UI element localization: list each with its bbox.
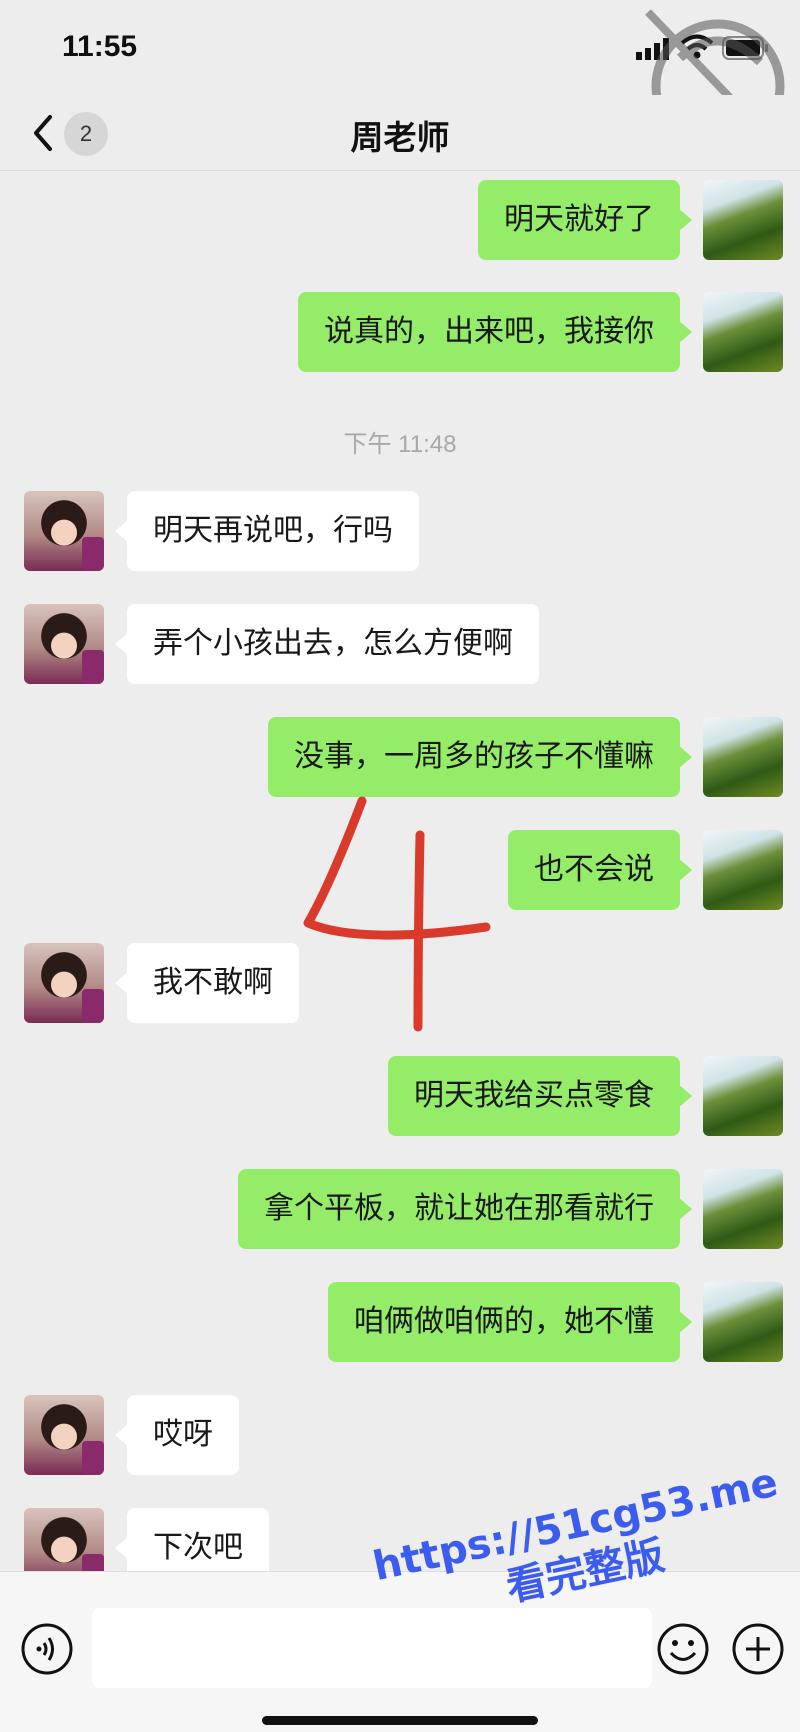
message-bubble-incoming[interactable]: 哎呀 xyxy=(115,1395,239,1475)
message-row: 咱俩做咱俩的，她不懂 xyxy=(0,1282,800,1362)
avatar[interactable] xyxy=(24,1508,104,1571)
avatar[interactable] xyxy=(703,830,783,910)
avatar[interactable] xyxy=(24,604,104,684)
message-row: 说真的，出来吧，我接你 xyxy=(0,292,800,372)
message-row: 明天再说吧，行吗 xyxy=(0,491,800,571)
message-bubble-incoming[interactable]: 我不敢啊 xyxy=(115,943,299,1023)
voice-icon[interactable] xyxy=(20,1622,74,1676)
message-bubble-outgoing[interactable]: 没事，一周多的孩子不懂嘛 xyxy=(268,717,692,797)
page-title: 周老师 xyxy=(350,118,450,157)
message-input[interactable] xyxy=(92,1608,652,1688)
avatar[interactable] xyxy=(703,180,783,260)
avatar[interactable] xyxy=(703,292,783,372)
emoji-icon[interactable] xyxy=(656,1622,710,1676)
message-row: 明天我给买点零食 xyxy=(0,1056,800,1136)
avatar[interactable] xyxy=(24,1395,104,1475)
avatar[interactable] xyxy=(703,1282,783,1362)
message-bubble-incoming[interactable]: 下次吧 xyxy=(115,1508,269,1571)
status-time: 11:55 xyxy=(62,30,138,63)
avatar[interactable] xyxy=(24,491,104,571)
nav-bar: 2 周老师 xyxy=(0,95,800,171)
message-bubble-outgoing[interactable]: 说真的，出来吧，我接你 xyxy=(298,292,692,372)
message-row: 没事，一周多的孩子不懂嘛 xyxy=(0,717,800,797)
message-row: 哎呀 xyxy=(0,1395,800,1475)
message-row: 拿个平板，就让她在那看就行 xyxy=(0,1169,800,1249)
plus-icon[interactable] xyxy=(731,1622,785,1676)
avatar[interactable] xyxy=(24,943,104,1023)
message-row: 明天就好了 xyxy=(0,180,800,260)
message-bubble-outgoing[interactable]: 咱俩做咱俩的，她不懂 xyxy=(328,1282,692,1362)
message-bubble-incoming[interactable]: 弄个小孩出去，怎么方便啊 xyxy=(115,604,539,684)
avatar[interactable] xyxy=(703,1056,783,1136)
home-indicator xyxy=(262,1716,538,1725)
message-timestamp: 下午 11:48 xyxy=(343,431,457,458)
message-row: 弄个小孩出去，怎么方便啊 xyxy=(0,604,800,684)
message-bubble-outgoing[interactable]: 明天我给买点零食 xyxy=(388,1056,692,1136)
message-bubble-incoming[interactable]: 明天再说吧，行吗 xyxy=(115,491,419,571)
message-bubble-outgoing[interactable]: 拿个平板，就让她在那看就行 xyxy=(238,1169,692,1249)
annotation-number-4: 4 xyxy=(303,796,491,1032)
avatar[interactable] xyxy=(703,717,783,797)
message-bubble-outgoing[interactable]: 明天就好了 xyxy=(478,180,692,260)
message-bubble-outgoing[interactable]: 也不会说 xyxy=(508,830,692,910)
avatar[interactable] xyxy=(703,1169,783,1249)
